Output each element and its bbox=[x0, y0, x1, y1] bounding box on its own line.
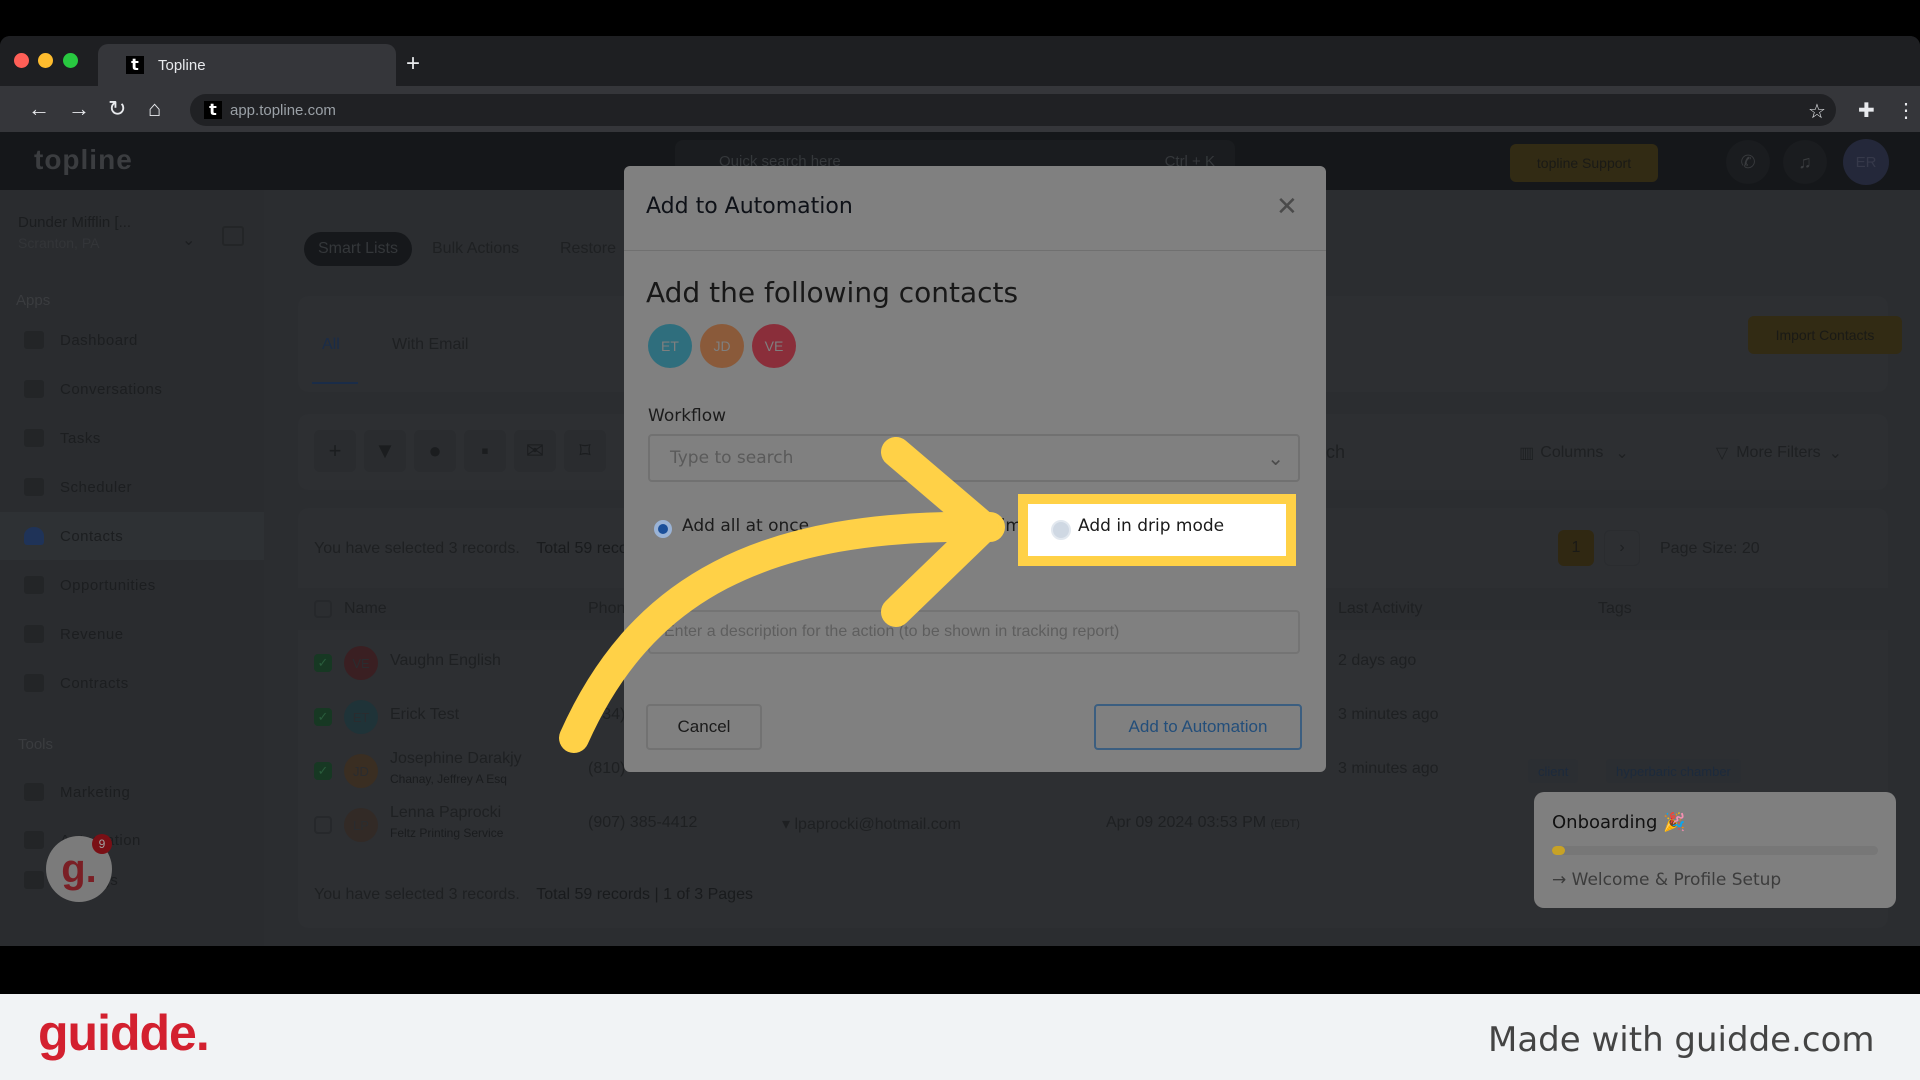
onboarding-widget[interactable]: Onboarding 🎉 → Welcome & Profile Setup bbox=[1534, 792, 1896, 908]
guidde-logo: guidde. bbox=[38, 1005, 210, 1061]
onboarding-title: Onboarding 🎉 bbox=[1552, 812, 1686, 833]
made-with-text: Made with guidde.com bbox=[1488, 1020, 1875, 1060]
arrow-curve bbox=[559, 511, 1005, 753]
notification-count-badge: 9 bbox=[92, 834, 112, 854]
onboarding-progress-fill bbox=[1552, 846, 1566, 855]
screen: t Topline + ← → ↻ ⌂ t app.topline.com ☆ … bbox=[0, 0, 1920, 1080]
annotation-arrow bbox=[559, 437, 1005, 753]
onboarding-progress-track bbox=[1552, 846, 1878, 855]
onboarding-step[interactable]: → Welcome & Profile Setup bbox=[1552, 870, 1781, 890]
